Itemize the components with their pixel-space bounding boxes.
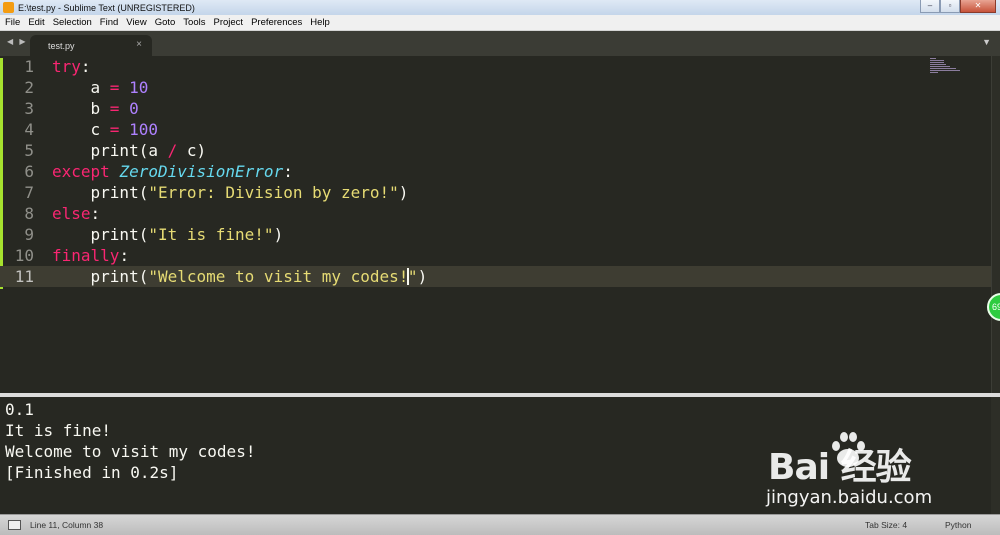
- line-number: 6: [24, 162, 34, 181]
- code-text: print("Error: Division by zero!"): [52, 183, 409, 202]
- code-line[interactable]: 6 except ZeroDivisionError:: [0, 161, 1000, 182]
- tab-test-py[interactable]: test.py ×: [30, 35, 152, 56]
- title-bar: E:\test.py - Sublime Text (UNREGISTERED)…: [0, 0, 1000, 15]
- line-number: 1: [24, 57, 34, 76]
- line-number: 5: [24, 141, 34, 160]
- code-text: finally:: [52, 246, 130, 265]
- code-line[interactable]: 1 try:: [0, 56, 1000, 77]
- panel-toggle-icon[interactable]: [8, 520, 21, 530]
- menu-preferences[interactable]: Preferences: [248, 17, 305, 28]
- code-line[interactable]: 7 print("Error: Division by zero!"): [0, 182, 1000, 203]
- code-line-current[interactable]: 11 print("Welcome to visit my codes!"): [0, 266, 1000, 287]
- minimap[interactable]: [930, 58, 964, 78]
- tab-size-indicator[interactable]: Tab Size: 4: [865, 520, 907, 530]
- code-text: a = 10: [52, 78, 149, 97]
- code-text: print("It is fine!"): [52, 225, 284, 244]
- editor-scrollbar[interactable]: [991, 56, 1000, 393]
- code-editor[interactable]: 1 try: 2 a = 10 3 b = 0 4 c = 100 5 prin…: [0, 56, 1000, 393]
- line-number: 10: [14, 246, 34, 265]
- window-title: E:\test.py - Sublime Text (UNREGISTERED): [18, 2, 195, 13]
- menu-bar: File Edit Selection Find View Goto Tools…: [0, 15, 1000, 31]
- tab-close-icon[interactable]: ×: [136, 39, 142, 50]
- code-line[interactable]: 9 print("It is fine!"): [0, 224, 1000, 245]
- code-text: try:: [52, 57, 91, 76]
- menu-goto[interactable]: Goto: [152, 17, 179, 28]
- text-caret: [407, 268, 409, 285]
- tab-nav-arrows-icon[interactable]: ◀ ▶: [7, 37, 28, 46]
- sublime-app-icon: [3, 2, 14, 13]
- output-line: Welcome to visit my codes!: [5, 442, 256, 461]
- code-line[interactable]: 3 b = 0: [0, 98, 1000, 119]
- code-text: b = 0: [52, 99, 139, 118]
- tab-label: test.py: [48, 41, 75, 51]
- menu-tools[interactable]: Tools: [180, 17, 208, 28]
- tab-dropdown-icon[interactable]: ▼: [982, 37, 991, 47]
- code-text: except ZeroDivisionError:: [52, 162, 293, 181]
- menu-project[interactable]: Project: [210, 17, 246, 28]
- minimize-button[interactable]: ‒: [920, 0, 940, 13]
- code-line[interactable]: 5 print(a / c): [0, 140, 1000, 161]
- line-number: 11: [14, 267, 34, 286]
- output-line: [Finished in 0.2s]: [5, 463, 179, 482]
- watermark-site: jingyan.baidu.com: [766, 487, 933, 508]
- window-controls: ‒ ▫ ✕: [920, 0, 996, 14]
- menu-help[interactable]: Help: [307, 17, 333, 28]
- menu-find[interactable]: Find: [97, 17, 121, 28]
- baidu-paw-icon: [832, 432, 865, 467]
- output-line: 0.1: [5, 400, 34, 419]
- code-line[interactable]: 2 a = 10: [0, 77, 1000, 98]
- code-text: print(a / c): [52, 141, 207, 160]
- line-number: 9: [24, 225, 34, 244]
- cursor-position: Line 11, Column 38: [30, 520, 104, 530]
- line-number: 8: [24, 204, 34, 223]
- menu-file[interactable]: File: [2, 17, 23, 28]
- code-text: c = 100: [52, 120, 158, 139]
- status-bar: Line 11, Column 38 Tab Size: 4 Python: [0, 514, 1000, 535]
- code-line[interactable]: 4 c = 100: [0, 119, 1000, 140]
- line-number: 2: [24, 78, 34, 97]
- menu-selection[interactable]: Selection: [50, 17, 95, 28]
- code-line[interactable]: 8 else:: [0, 203, 1000, 224]
- line-number: 4: [24, 120, 34, 139]
- baidu-jingyan-watermark: Bai 经验 jingyan.baidu.com: [760, 426, 980, 516]
- maximize-button[interactable]: ▫: [940, 0, 960, 13]
- code-text: else:: [52, 204, 101, 223]
- close-button[interactable]: ✕: [960, 0, 996, 13]
- code-line[interactable]: 10 finally:: [0, 245, 1000, 266]
- menu-edit[interactable]: Edit: [25, 17, 47, 28]
- output-scrollbar[interactable]: [991, 397, 1000, 514]
- output-line: It is fine!: [5, 421, 111, 440]
- code-text: print("Welcome to visit my codes!"): [52, 267, 428, 286]
- line-number: 3: [24, 99, 34, 118]
- tab-bar: ◀ ▶ test.py × ▼: [0, 31, 1000, 56]
- menu-view[interactable]: View: [123, 17, 149, 28]
- syntax-indicator[interactable]: Python: [945, 520, 971, 530]
- line-number: 7: [24, 183, 34, 202]
